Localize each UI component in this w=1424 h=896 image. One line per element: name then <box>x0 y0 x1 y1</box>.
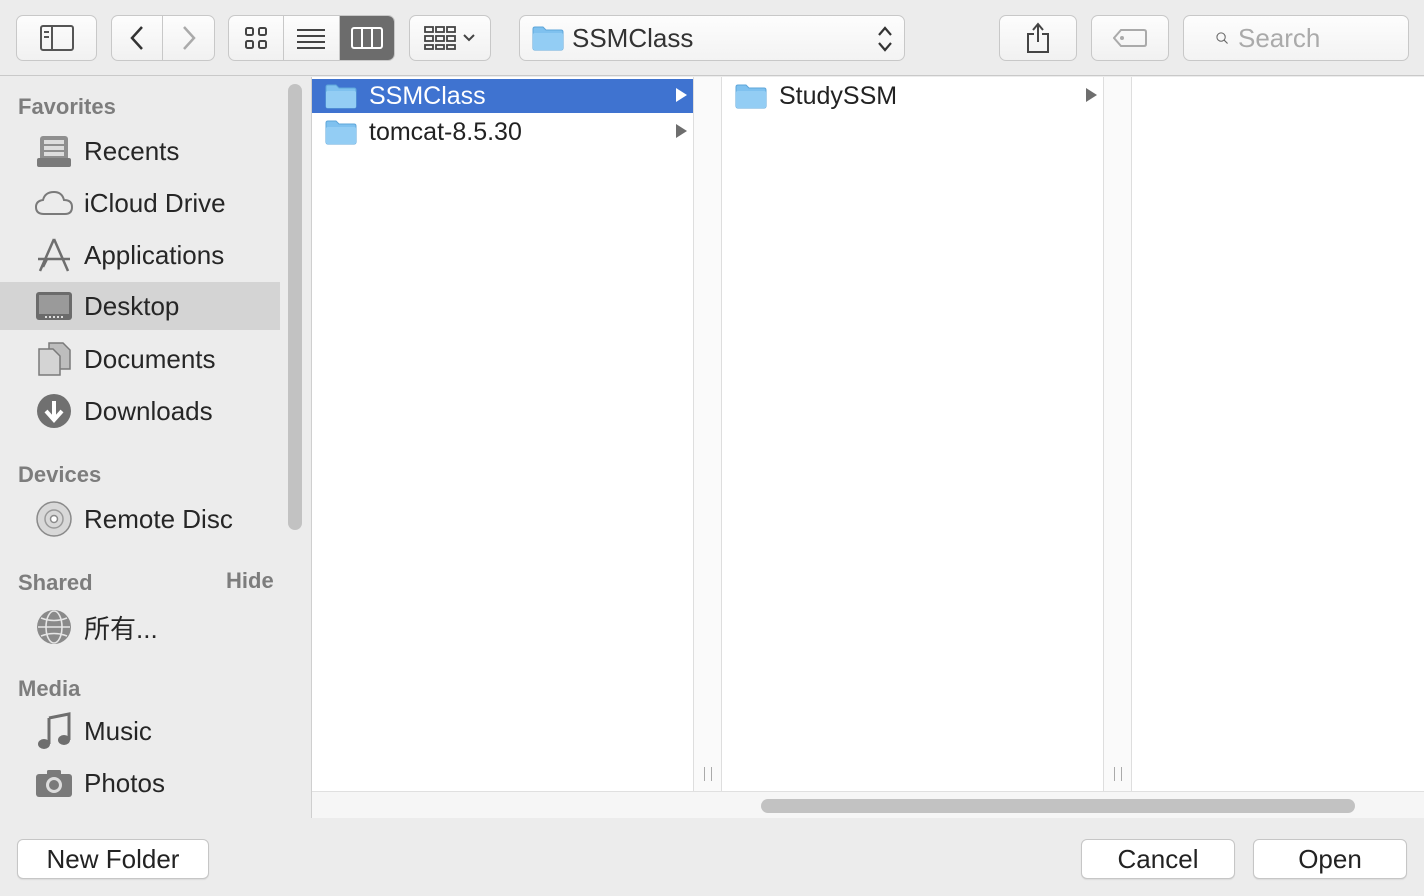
sidebar-scrollbar[interactable] <box>288 84 302 530</box>
up-down-chevron-icon <box>878 26 892 52</box>
sidebar-item-label: Downloads <box>84 395 213 426</box>
recents-icon <box>34 131 74 171</box>
sidebar-item-shared-all[interactable]: 所有... <box>0 603 280 651</box>
sidebar-item-label: Applications <box>84 239 225 270</box>
sidebar-toggle-button[interactable] <box>16 15 97 61</box>
list-item-label: SSMClass <box>369 81 486 110</box>
search-input[interactable] <box>1238 22 1408 54</box>
sidebar-icon <box>39 25 74 51</box>
music-note-icon <box>34 711 74 751</box>
list-item-ssmclass[interactable]: SSMClass <box>312 79 693 113</box>
sidebar-item-recents[interactable]: Recents <box>0 127 280 175</box>
columns-icon <box>350 27 383 49</box>
sidebar-item-documents[interactable]: Documents <box>0 335 280 383</box>
horizontal-scrollbar-thumb[interactable] <box>761 799 1355 813</box>
view-mode-group <box>228 15 395 61</box>
media-heading: Media <box>18 676 81 701</box>
downloads-icon <box>34 391 74 431</box>
desktop-icon <box>34 286 74 326</box>
back-button[interactable] <box>112 16 164 60</box>
column-view-button[interactable] <box>339 16 394 60</box>
resize-grip-icon <box>704 767 712 781</box>
share-button[interactable] <box>999 15 1077 61</box>
new-folder-button[interactable]: New Folder <box>17 839 209 879</box>
chevron-left-icon <box>130 26 143 50</box>
resize-grip-icon <box>1114 767 1122 781</box>
list-item-label: tomcat-8.5.30 <box>369 117 522 146</box>
sidebar-item-label: Music <box>84 715 152 746</box>
share-icon <box>1027 22 1049 53</box>
shared-heading: Shared <box>18 570 93 595</box>
network-globe-icon <box>34 607 74 647</box>
arrange-menu-button[interactable] <box>409 15 491 61</box>
list-item-tomcat[interactable]: tomcat-8.5.30 <box>312 115 693 149</box>
sidebar-item-icloud-drive[interactable]: iCloud Drive <box>0 179 280 227</box>
devices-heading: Devices <box>18 462 102 487</box>
sidebar-item-label: Remote Disc <box>84 503 233 534</box>
favorites-heading: Favorites <box>18 94 116 119</box>
grid-icon <box>245 27 268 49</box>
sidebar-item-label: iCloud Drive <box>84 187 226 218</box>
sidebar-item-desktop[interactable]: Desktop <box>0 282 280 330</box>
list-view-button[interactable] <box>284 16 340 60</box>
horizontal-scrollbar[interactable] <box>312 791 1424 818</box>
tag-icon <box>1113 29 1147 47</box>
chevron-down-icon <box>463 34 475 42</box>
column-browser: SSMClass tomcat-8.5.30 StudySSM <box>311 77 1424 818</box>
sidebar-item-downloads[interactable]: Downloads <box>0 387 280 435</box>
path-popup-label: SSMClass <box>572 22 694 53</box>
open-button[interactable]: Open <box>1253 839 1407 879</box>
folder-icon <box>325 120 357 145</box>
sidebar-item-remote-disc[interactable]: Remote Disc <box>0 495 280 543</box>
search-field[interactable] <box>1183 15 1409 61</box>
disclosure-arrow-icon <box>676 88 687 102</box>
path-popup[interactable]: SSMClass <box>519 15 905 61</box>
column-resize-handle[interactable] <box>1103 77 1132 791</box>
disclosure-arrow-icon <box>676 124 687 138</box>
documents-icon <box>34 339 74 379</box>
folder-icon <box>325 84 357 109</box>
disclosure-arrow-icon <box>1086 88 1097 102</box>
bottom-bar: New Folder Cancel Open <box>0 818 1424 896</box>
gallery-grid-icon <box>424 26 456 50</box>
icon-view-button[interactable] <box>229 16 285 60</box>
disc-icon <box>34 499 74 539</box>
sidebar-item-music[interactable]: Music <box>0 707 280 755</box>
column-3 <box>1132 77 1424 791</box>
list-item-studyssm[interactable]: StudySSM <box>722 79 1103 113</box>
folder-icon <box>532 26 564 51</box>
sidebar-item-photos[interactable]: Photos <box>0 759 280 807</box>
column-1: SSMClass tomcat-8.5.30 <box>312 77 693 791</box>
camera-icon <box>34 763 74 803</box>
column-resize-handle[interactable] <box>693 77 722 791</box>
back-forward-group <box>111 15 215 61</box>
column-2: StudySSM <box>722 77 1103 791</box>
cloud-icon <box>34 183 74 223</box>
applications-icon <box>34 235 74 275</box>
sidebar-item-label: Desktop <box>84 290 180 321</box>
search-icon <box>1216 32 1228 44</box>
shared-hide-link[interactable]: Hide <box>226 568 274 594</box>
chevron-right-icon <box>182 26 196 50</box>
sidebar: Favorites Recents iCloud Drive Applicati… <box>0 77 311 818</box>
sidebar-item-label: 所有... <box>84 613 158 644</box>
cancel-button[interactable]: Cancel <box>1081 839 1235 879</box>
forward-button[interactable] <box>163 16 214 60</box>
toolbar: SSMClass <box>0 0 1424 76</box>
sidebar-item-applications[interactable]: Applications <box>0 231 280 279</box>
sidebar-item-label: Recents <box>84 135 180 166</box>
sidebar-item-label: Documents <box>84 343 216 374</box>
sidebar-item-label: Photos <box>84 767 165 798</box>
list-item-label: StudySSM <box>779 81 898 110</box>
folder-icon <box>735 84 767 109</box>
tag-button[interactable] <box>1091 15 1169 61</box>
list-icon <box>297 29 326 49</box>
